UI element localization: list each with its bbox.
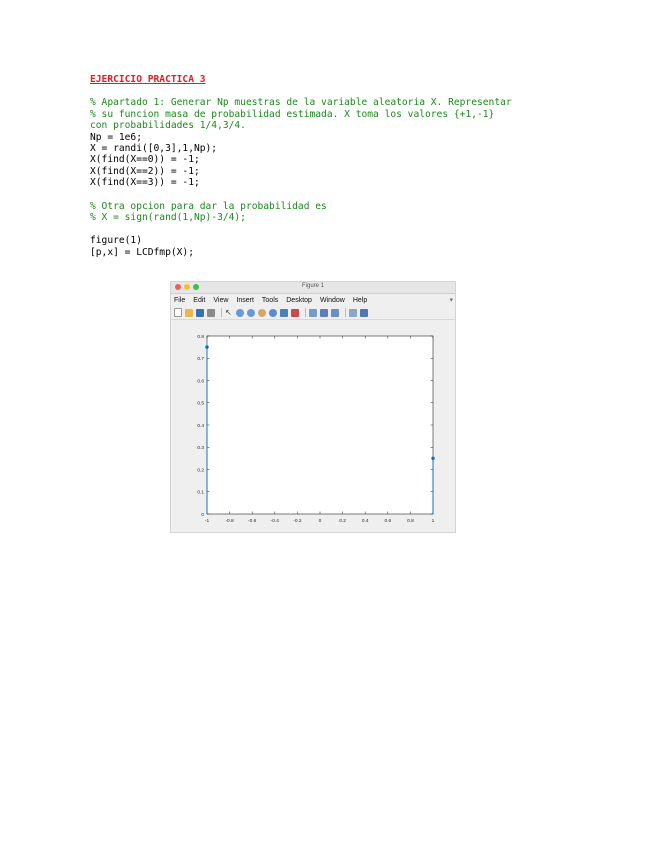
hide-plot-tools-icon[interactable]: [349, 308, 357, 317]
code-line: X(find(X==3)) = -1;: [90, 177, 200, 189]
toolbar-toggle-icon[interactable]: ▾: [449, 296, 453, 304]
x-tick-label: 0: [319, 518, 322, 524]
y-tick-label: 0.7: [197, 356, 204, 362]
x-tick-label: -1: [205, 518, 210, 524]
y-tick-label: 0.1: [197, 490, 204, 496]
y-tick-label: 0.3: [197, 445, 204, 451]
y-tick-label: 0.2: [197, 467, 204, 473]
figure-window: Figure 1 File Edit View Insert Tools Des…: [170, 281, 456, 533]
brush-icon[interactable]: [291, 308, 299, 317]
code-line: X = randi([0,3],1,Np);: [90, 143, 218, 155]
x-tick-label: -0.6: [248, 518, 257, 524]
code-line: Np = 1e6;: [90, 131, 142, 143]
window-title: Figure 1: [301, 283, 324, 289]
comment-line: con probabilidades 1/4,3/4.: [90, 120, 246, 132]
data-cursor-icon[interactable]: [280, 308, 288, 317]
menu-desktop[interactable]: Desktop: [286, 297, 312, 304]
y-tick-label: 0.4: [197, 423, 204, 429]
plot-area: 0 0.1 0.2 0.3 0.4 0.5 0.6 0.7 0.8 -1 -0.8 -0.6 -0.4…: [171, 320, 456, 533]
new-file-icon[interactable]: [174, 308, 182, 317]
zoom-in-icon[interactable]: [236, 308, 244, 317]
data-point[interactable]: [431, 456, 435, 461]
data-point[interactable]: [205, 345, 209, 349]
code-line: X(find(X==2)) = -1;: [90, 165, 200, 177]
menu-window[interactable]: Window: [320, 297, 345, 304]
comment-line: % su funcion masa de probabilidad estima…: [90, 108, 495, 120]
comment-line: % Otra opcion para dar la probabilidad e…: [90, 200, 327, 212]
x-tick-label: 1: [432, 518, 435, 524]
menu-help[interactable]: Help: [353, 297, 367, 304]
pointer-icon[interactable]: ↖: [225, 308, 233, 317]
y-tick-label: 0: [201, 512, 204, 518]
axes-box: [206, 335, 434, 515]
menu-insert[interactable]: Insert: [236, 297, 254, 304]
open-folder-icon[interactable]: [185, 308, 193, 317]
code-line: X(find(X==0)) = -1;: [90, 154, 200, 166]
code-line: [p,x] = LCDfmp(X);: [90, 246, 194, 258]
x-tick-label: 0.6: [384, 518, 391, 524]
figure-toolbar: ↖: [171, 306, 455, 320]
legend-icon[interactable]: [331, 308, 339, 317]
menu-edit[interactable]: Edit: [193, 297, 205, 304]
comment-line: % X = sign(rand(1,Np)-3/4);: [90, 212, 246, 224]
menu-tools[interactable]: Tools: [262, 297, 278, 304]
rotate-icon[interactable]: [269, 308, 277, 317]
document-body: EJERCICIO PRACTICA 3 % Apartado 1: Gener…: [90, 74, 610, 258]
x-tick-label: 0.4: [362, 518, 369, 524]
x-tick-label: -0.8: [225, 518, 234, 524]
zoom-out-icon[interactable]: [247, 308, 255, 317]
print-icon[interactable]: [207, 308, 215, 317]
document-title: EJERCICIO PRACTICA 3: [90, 74, 206, 85]
x-tick-label: 0.8: [407, 518, 414, 524]
pan-icon[interactable]: [258, 308, 266, 317]
x-tick-label: -0.4: [271, 518, 280, 524]
pmf-chart[interactable]: 0 0.1 0.2 0.3 0.4 0.5 0.6 0.7 0.8 -1 -0.8 -0.6 -0.4…: [171, 320, 456, 533]
colorbar-icon[interactable]: [320, 308, 328, 317]
menu-bar: File Edit View Insert Tools Desktop Wind…: [171, 294, 455, 306]
window-titlebar[interactable]: Figure 1: [171, 282, 455, 294]
show-plot-tools-icon[interactable]: [360, 308, 368, 317]
menu-view[interactable]: View: [213, 297, 228, 304]
menu-file[interactable]: File: [174, 297, 185, 304]
y-tick-label: 0.6: [197, 378, 204, 384]
comment-line: % Apartado 1: Generar Np muestras de la …: [90, 97, 512, 109]
x-tick-label: -0.2: [293, 518, 302, 524]
y-tick-label: 0.5: [197, 401, 204, 407]
code-line: figure(1): [90, 235, 142, 247]
x-tick-label: 0.2: [339, 518, 346, 524]
y-tick-label: 0.8: [197, 334, 204, 340]
save-icon[interactable]: [196, 308, 204, 317]
link-plot-icon[interactable]: [309, 308, 317, 317]
